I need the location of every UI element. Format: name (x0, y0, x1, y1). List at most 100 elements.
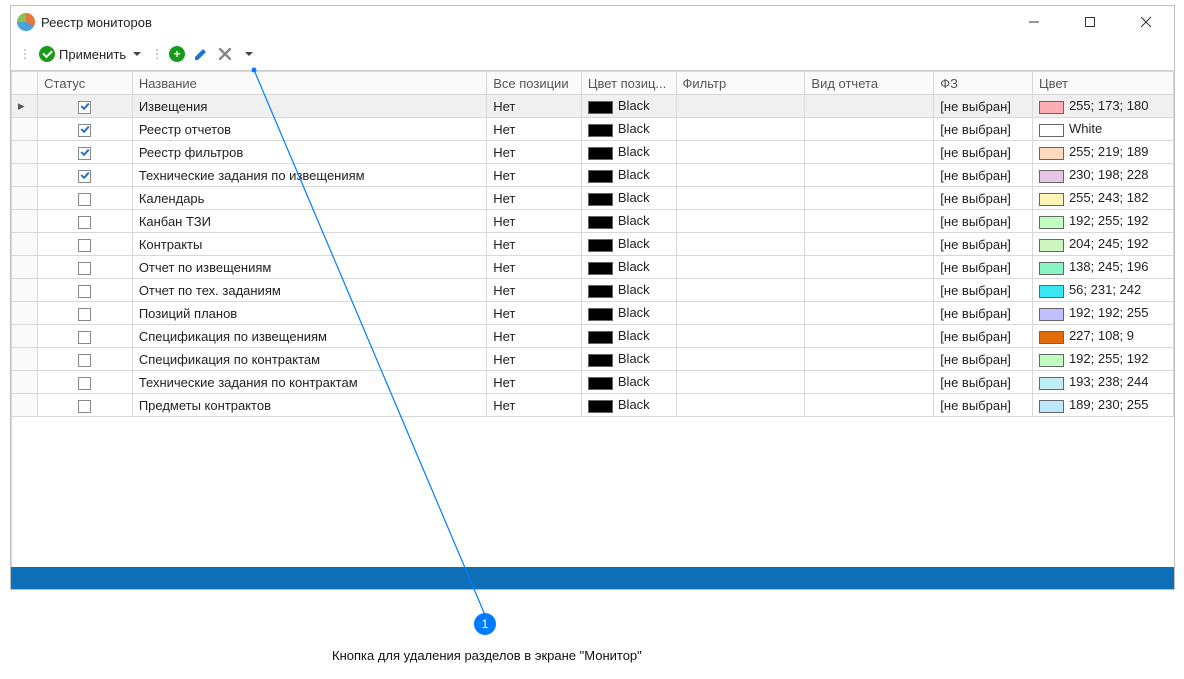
status-checkbox[interactable] (78, 216, 91, 229)
table-row[interactable]: КалендарьНетBlack[не выбран]255; 243; 18… (12, 187, 1174, 210)
minimize-button[interactable] (1006, 6, 1062, 38)
cell-fz[interactable]: [не выбран] (934, 233, 1033, 256)
cell-poscolor[interactable]: Black (581, 95, 676, 118)
table-row[interactable]: Позиций плановНетBlack[не выбран]192; 19… (12, 302, 1174, 325)
cell-status[interactable] (38, 325, 133, 348)
cell-fz[interactable]: [не выбран] (934, 95, 1033, 118)
cell-allpos[interactable]: Нет (487, 187, 582, 210)
cell-allpos[interactable]: Нет (487, 118, 582, 141)
table-row[interactable]: Реестр отчетовНетBlack[не выбран]White (12, 118, 1174, 141)
column-header-report[interactable]: Вид отчета (805, 72, 934, 95)
cell-poscolor[interactable]: Black (581, 141, 676, 164)
cell-status[interactable] (38, 279, 133, 302)
table-row[interactable]: Реестр фильтровНетBlack[не выбран]255; 2… (12, 141, 1174, 164)
close-button[interactable] (1118, 6, 1174, 38)
cell-poscolor[interactable]: Black (581, 256, 676, 279)
cell-filter[interactable] (676, 325, 805, 348)
column-header-poscolor[interactable]: Цвет позиц... (581, 72, 676, 95)
cell-color[interactable]: 230; 198; 228 (1032, 164, 1173, 187)
cell-color[interactable]: 227; 108; 9 (1032, 325, 1173, 348)
status-checkbox[interactable] (78, 377, 91, 390)
cell-name[interactable]: Отчет по тех. заданиям (132, 279, 486, 302)
cell-fz[interactable]: [не выбран] (934, 210, 1033, 233)
status-checkbox[interactable] (78, 308, 91, 321)
data-grid[interactable]: Статус Название Все позиции Цвет позиц..… (11, 71, 1174, 417)
cell-allpos[interactable]: Нет (487, 141, 582, 164)
cell-filter[interactable] (676, 210, 805, 233)
table-row[interactable]: Предметы контрактовНетBlack[не выбран]18… (12, 394, 1174, 417)
cell-filter[interactable] (676, 95, 805, 118)
maximize-button[interactable] (1062, 6, 1118, 38)
column-header-allpos[interactable]: Все позиции (487, 72, 582, 95)
cell-poscolor[interactable]: Black (581, 325, 676, 348)
cell-poscolor[interactable]: Black (581, 187, 676, 210)
cell-poscolor[interactable]: Black (581, 348, 676, 371)
status-checkbox[interactable] (78, 285, 91, 298)
table-row[interactable]: Спецификация по извещениямНетBlack [не вы… (12, 325, 1174, 348)
cell-status[interactable] (38, 348, 133, 371)
table-row[interactable]: Отчет по тех. заданиямНетBlack [не выбран… (12, 279, 1174, 302)
cell-fz[interactable]: [не выбран] (934, 164, 1033, 187)
cell-name[interactable]: Отчет по извещениям (132, 256, 486, 279)
cell-poscolor[interactable]: Black (581, 210, 676, 233)
cell-color[interactable]: White (1032, 118, 1173, 141)
cell-poscolor[interactable]: Black (581, 233, 676, 256)
cell-name[interactable]: Канбан ТЗИ (132, 210, 486, 233)
cell-color[interactable]: 138; 245; 196 (1032, 256, 1173, 279)
cell-name[interactable]: Реестр фильтров (132, 141, 486, 164)
cell-color[interactable]: 193; 238; 244 (1032, 371, 1173, 394)
cell-allpos[interactable]: Нет (487, 325, 582, 348)
cell-poscolor[interactable]: Black (581, 302, 676, 325)
cell-allpos[interactable]: Нет (487, 95, 582, 118)
cell-name[interactable]: Извещения (132, 95, 486, 118)
cell-status[interactable] (38, 394, 133, 417)
cell-color[interactable]: 189; 230; 255 (1032, 394, 1173, 417)
cell-fz[interactable]: [не выбран] (934, 187, 1033, 210)
cell-status[interactable] (38, 210, 133, 233)
cell-name[interactable]: Календарь (132, 187, 486, 210)
cell-name[interactable]: Предметы контрактов (132, 394, 486, 417)
cell-filter[interactable] (676, 394, 805, 417)
cell-poscolor[interactable]: Black (581, 279, 676, 302)
status-checkbox[interactable] (78, 124, 91, 137)
add-button[interactable]: + (167, 44, 187, 64)
table-row[interactable]: Отчет по извещениямНетBlack [не выбран]13… (12, 256, 1174, 279)
status-checkbox[interactable] (78, 262, 91, 275)
cell-filter[interactable] (676, 233, 805, 256)
cell-fz[interactable]: [не выбран] (934, 302, 1033, 325)
cell-report[interactable] (805, 95, 934, 118)
cell-fz[interactable]: [не выбран] (934, 325, 1033, 348)
table-row[interactable]: КонтрактыНетBlack[не выбран]204; 245; 19… (12, 233, 1174, 256)
cell-status[interactable] (38, 302, 133, 325)
cell-report[interactable] (805, 118, 934, 141)
column-header-filter[interactable]: Фильтр (676, 72, 805, 95)
column-header-color[interactable]: Цвет (1032, 72, 1173, 95)
cell-report[interactable] (805, 325, 934, 348)
cell-report[interactable] (805, 210, 934, 233)
cell-name[interactable]: Реестр отчетов (132, 118, 486, 141)
cell-status[interactable] (38, 118, 133, 141)
cell-name[interactable]: Технические задания по извещениям (132, 164, 486, 187)
cell-status[interactable] (38, 187, 133, 210)
cell-fz[interactable]: [не выбран] (934, 279, 1033, 302)
cell-report[interactable] (805, 187, 934, 210)
cell-report[interactable] (805, 164, 934, 187)
cell-status[interactable] (38, 164, 133, 187)
cell-allpos[interactable]: Нет (487, 348, 582, 371)
cell-allpos[interactable]: Нет (487, 256, 582, 279)
cell-name[interactable]: Спецификация по извещениям (132, 325, 486, 348)
cell-name[interactable]: Спецификация по контрактам (132, 348, 486, 371)
cell-filter[interactable] (676, 371, 805, 394)
table-row[interactable]: Технические задания по контрактамНетBlac… (12, 371, 1174, 394)
status-checkbox[interactable] (78, 193, 91, 206)
cell-poscolor[interactable]: Black (581, 118, 676, 141)
cell-fz[interactable]: [не выбран] (934, 141, 1033, 164)
delete-button[interactable] (215, 44, 235, 64)
cell-allpos[interactable]: Нет (487, 279, 582, 302)
column-header-status[interactable]: Статус (38, 72, 133, 95)
cell-fz[interactable]: [не выбран] (934, 256, 1033, 279)
cell-report[interactable] (805, 394, 934, 417)
column-header-name[interactable]: Название (132, 72, 486, 95)
cell-report[interactable] (805, 233, 934, 256)
cell-fz[interactable]: [не выбран] (934, 371, 1033, 394)
